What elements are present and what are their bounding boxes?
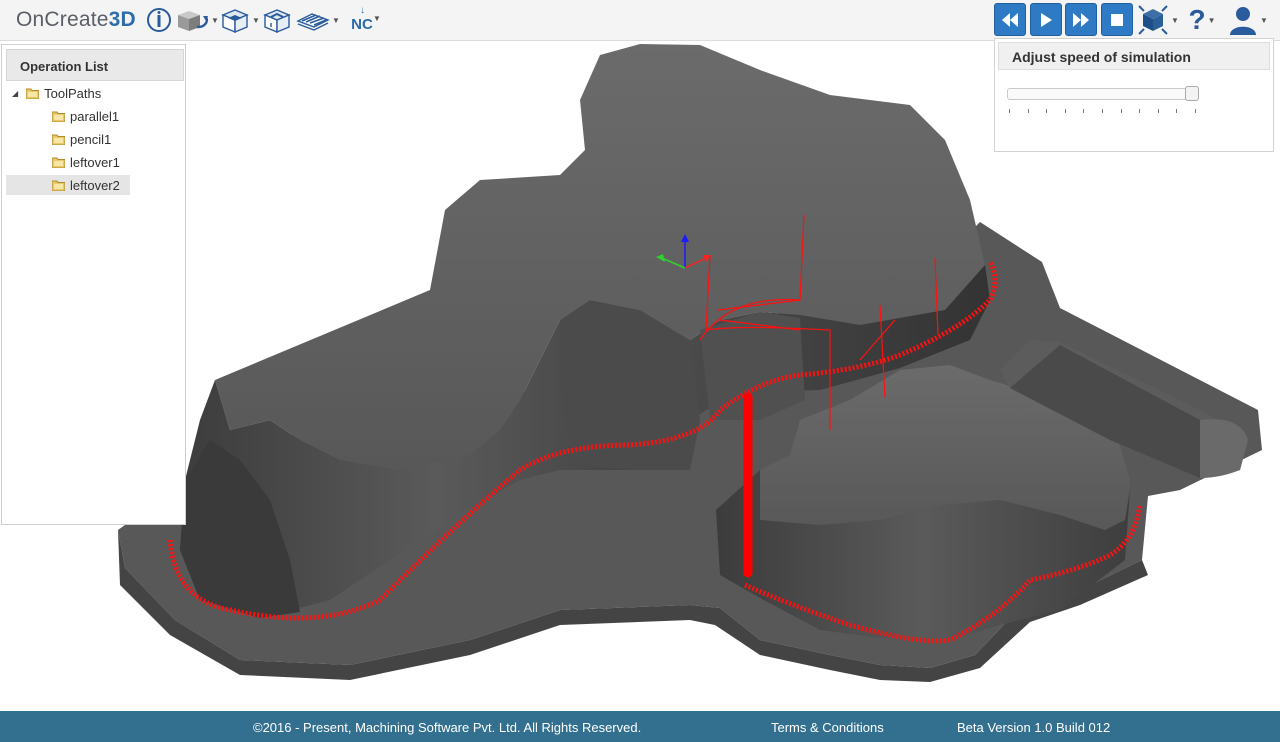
terms-link[interactable]: Terms & Conditions <box>771 720 884 735</box>
fast-forward-button[interactable] <box>1065 3 1097 36</box>
tree-item-label: leftover1 <box>70 154 120 170</box>
tree-item-leftover2[interactable]: leftover2 <box>6 175 130 195</box>
toolpath-layers-caret-icon: ▼ <box>332 15 340 25</box>
speed-slider-tick <box>1195 109 1196 113</box>
speed-slider-tick <box>1083 109 1084 113</box>
stock-caret-icon: ▼ <box>252 15 260 25</box>
toolpath-layers-button[interactable]: ▼ <box>296 4 340 36</box>
speed-slider-track[interactable] <box>1007 88 1199 100</box>
view-cube-button[interactable]: ▼ <box>1137 4 1179 36</box>
stock-button[interactable]: ▼ <box>220 4 260 36</box>
operation-list-panel: Operation List ◢ ToolPaths parallel1 pen… <box>1 44 186 525</box>
operation-list-title: Operation List <box>6 49 184 81</box>
speed-slider-tick <box>1102 109 1103 113</box>
fast-forward-icon <box>1073 12 1089 27</box>
stop-icon <box>1111 13 1123 26</box>
part-button[interactable] <box>261 4 293 36</box>
footer: ©2016 - Present, Machining Software Pvt.… <box>0 711 1280 742</box>
speed-slider-tick <box>1046 109 1047 113</box>
folder-icon <box>52 134 65 145</box>
tree-item-label: leftover2 <box>70 177 120 193</box>
play-button[interactable] <box>1030 3 1062 36</box>
logo-accent-text: 3D <box>108 8 136 31</box>
nc-label: NC <box>351 15 373 33</box>
view-cube-icon <box>1138 5 1168 35</box>
version-text: Beta Version 1.0 Build 012 <box>957 720 1111 735</box>
help-caret-icon: ▼ <box>1207 15 1216 25</box>
speed-slider-tick <box>1028 109 1029 113</box>
folder-icon <box>52 111 65 122</box>
view-rotate-button[interactable]: ▼ <box>175 4 219 36</box>
nc-arrow-icon: ↓ <box>360 5 365 16</box>
tree-item-leftover1[interactable]: leftover1 <box>52 152 123 172</box>
folder-icon <box>52 157 65 168</box>
rewind-button[interactable] <box>994 3 1026 36</box>
info-button[interactable] <box>145 4 173 36</box>
copyright-text: ©2016 - Present, Machining Software Pvt.… <box>253 720 642 735</box>
tree-item-label: pencil1 <box>70 131 112 147</box>
user-menu-button[interactable]: ▼ <box>1226 4 1270 36</box>
speed-slider-tick <box>1121 109 1122 113</box>
tree-root-label: ToolPaths <box>44 85 102 101</box>
toolpath-layers-icon <box>296 13 330 31</box>
play-icon <box>1041 12 1052 27</box>
stock-box-icon <box>221 9 249 34</box>
speed-slider-handle[interactable] <box>1185 86 1199 101</box>
user-icon <box>1230 7 1257 35</box>
nc-button[interactable]: ↓ NC ▼ <box>343 4 381 36</box>
view-rotate-icon <box>178 11 209 31</box>
main-toolbar: OnCreate3D ▼ ▼ ▼ ↓ NC ▼ ▼ ? ▼ ▼ <box>0 0 1280 41</box>
app-logo: OnCreate3D <box>16 8 136 32</box>
speed-slider-tick <box>1139 109 1140 113</box>
view-cube-caret-icon: ▼ <box>1171 15 1179 25</box>
simulation-speed-panel: Adjust speed of simulation <box>994 38 1274 152</box>
help-button[interactable]: ? ▼ <box>1183 4 1221 36</box>
nc-caret-icon: ▼ <box>373 14 381 23</box>
speed-panel-title: Adjust speed of simulation <box>998 42 1270 70</box>
tree-item-label: parallel1 <box>70 108 120 124</box>
info-icon <box>147 8 171 32</box>
speed-slider-tick <box>1065 109 1066 113</box>
stop-button[interactable] <box>1101 3 1133 36</box>
tree-root-toolpaths[interactable]: ◢ ToolPaths <box>12 83 101 103</box>
user-caret-icon: ▼ <box>1260 15 1268 25</box>
tree-item-parallel1[interactable]: parallel1 <box>52 106 122 126</box>
folder-icon <box>26 88 40 99</box>
speed-slider-tick <box>1176 109 1177 113</box>
folder-icon <box>52 180 65 191</box>
tree-item-pencil1[interactable]: pencil1 <box>52 129 114 149</box>
part-box-icon <box>263 9 291 34</box>
help-icon: ? <box>1188 4 1206 35</box>
logo-main-text: OnCreate <box>16 8 109 31</box>
speed-slider-tick <box>1158 109 1159 113</box>
view-rotate-caret-icon: ▼ <box>211 15 219 25</box>
speed-slider-tick <box>1009 109 1010 113</box>
tree-expand-icon[interactable]: ◢ <box>12 89 18 98</box>
rewind-icon <box>1002 12 1018 27</box>
